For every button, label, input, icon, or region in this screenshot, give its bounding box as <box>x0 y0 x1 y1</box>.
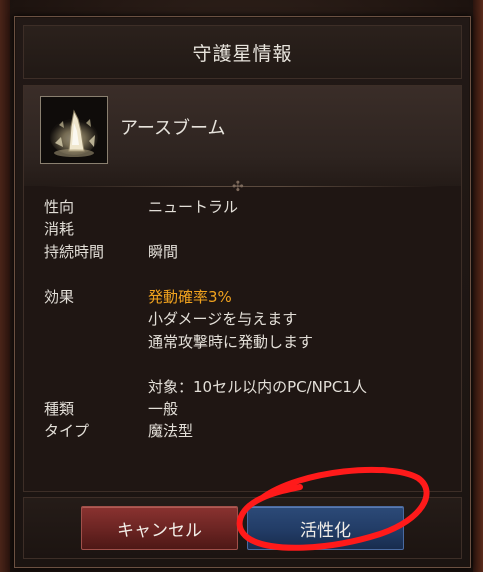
right-frame-edge <box>473 0 483 572</box>
effect-line: 小ダメージを与えます <box>148 310 298 328</box>
tendency-label: 性向 <box>44 198 75 216</box>
type-value: 魔法型 <box>148 422 194 440</box>
left-frame-edge <box>0 0 10 572</box>
type-label: タイプ <box>44 422 90 440</box>
cancel-button[interactable]: キャンセル <box>81 506 238 550</box>
target-text: 対象：10セル以内のPC/NPC1人 <box>148 378 367 396</box>
skill-header: アースブーム <box>24 86 461 186</box>
kind-label: 種類 <box>44 400 75 418</box>
earth-boom-icon <box>40 96 108 164</box>
effect-label: 効果 <box>44 288 75 306</box>
duration-label: 持続時間 <box>44 243 105 261</box>
skill-name: アースブーム <box>120 118 226 139</box>
dialog-title: 守護星情報 <box>23 25 462 79</box>
consumption-label: 消耗 <box>44 220 75 238</box>
dialog-footer: キャンセル 活性化 <box>23 497 462 559</box>
kind-value: 一般 <box>148 400 179 418</box>
skill-info-content: アースブーム ✣ 性向 ニュートラル 消耗 持続時間 瞬間 効果 発動確率3% … <box>23 85 462 492</box>
effect-activation-rate: 発動確率3% <box>148 288 232 306</box>
effect-line: 通常攻撃時に発動します <box>148 333 314 351</box>
guardian-star-info-dialog: 守護星情報 アースブーム ✣ 性向 ニュートラル 消耗 持続時間 瞬間 効果 発… <box>14 16 471 568</box>
activate-button[interactable]: 活性化 <box>247 506 404 550</box>
duration-value: 瞬間 <box>148 243 179 261</box>
divider-ornament-icon: ✣ <box>232 179 244 195</box>
tendency-value: ニュートラル <box>148 198 239 216</box>
